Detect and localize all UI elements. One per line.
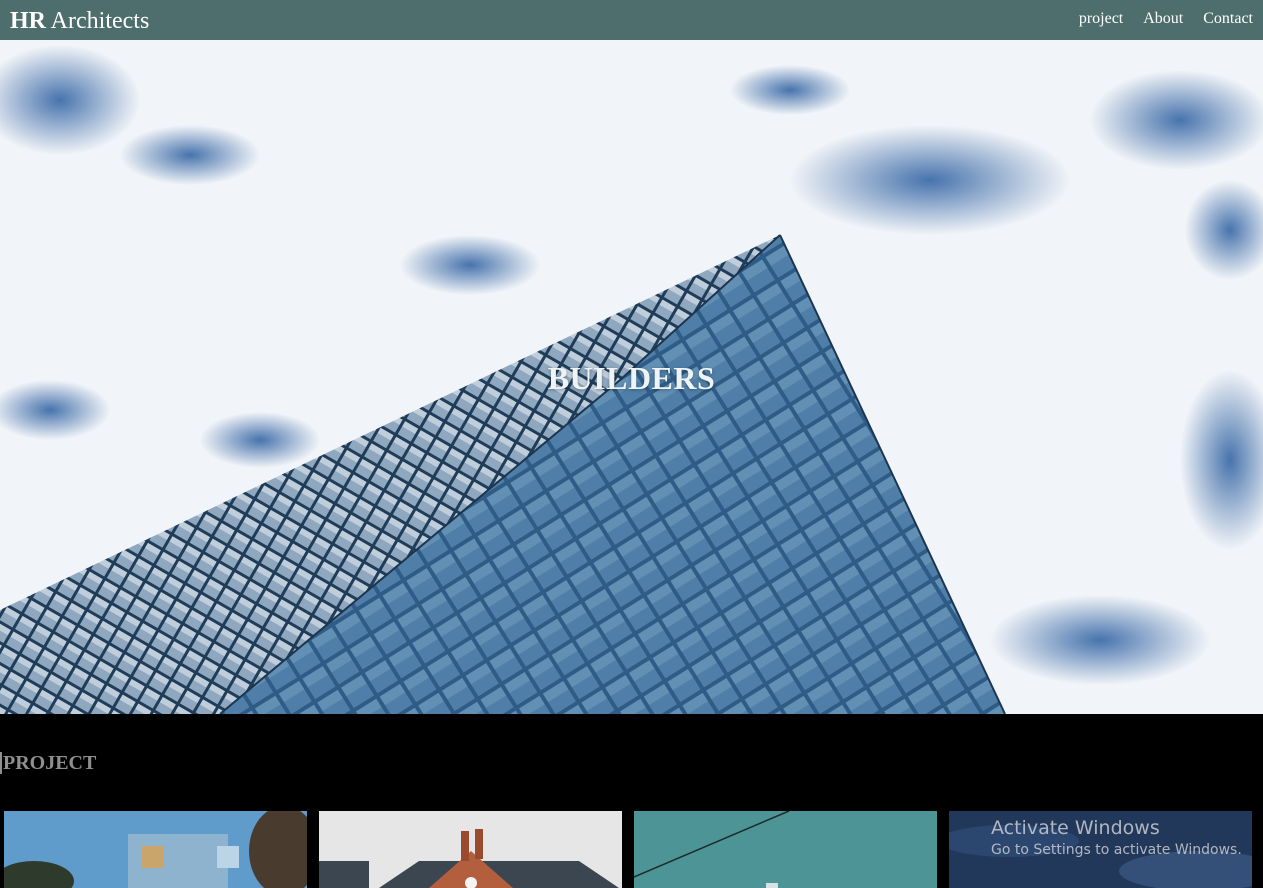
brand-name: Architects	[46, 8, 150, 34]
nav-link-project[interactable]: project	[1079, 9, 1123, 29]
project-thumbnail[interactable]	[634, 811, 937, 888]
projects-heading: PROJECT	[0, 752, 96, 774]
nav-link-contact[interactable]: Contact	[1203, 9, 1253, 29]
nav-link-about[interactable]: About	[1143, 9, 1183, 29]
hero-banner: BUILDERS	[0, 40, 1263, 714]
brand-initials: HR	[10, 8, 46, 34]
project-thumbnail[interactable]	[4, 811, 307, 888]
main-nav: project About Contact	[1079, 9, 1253, 29]
brand-logo[interactable]: HR Architects	[10, 7, 149, 35]
os-activation-watermark: Activate Windows Go to Settings to activ…	[991, 816, 1242, 860]
watermark-title: Activate Windows	[991, 817, 1160, 839]
watermark-subtitle: Go to Settings to activate Windows.	[991, 842, 1242, 858]
project-thumbnail[interactable]	[319, 811, 622, 888]
hero-title: BUILDERS	[547, 360, 716, 396]
top-navbar: HR Architects project About Contact	[0, 0, 1263, 40]
